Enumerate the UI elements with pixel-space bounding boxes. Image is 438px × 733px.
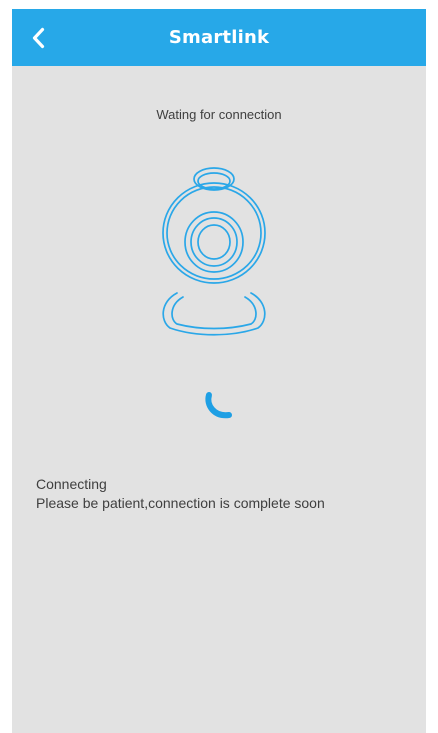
connection-status-text: Wating for connection (156, 107, 282, 122)
smartlink-screen: Smartlink Wating for connection Connecti… (12, 9, 426, 733)
page-title: Smartlink (168, 27, 270, 48)
patience-message: Please be patient,connection is complete… (36, 495, 325, 511)
connection-message: Connecting Please be patient,connection … (36, 475, 416, 513)
loading-arc-icon (205, 392, 232, 419)
app-header: Smartlink (12, 9, 426, 66)
webcam-outline-icon (162, 167, 266, 336)
connecting-label: Connecting (36, 476, 107, 492)
